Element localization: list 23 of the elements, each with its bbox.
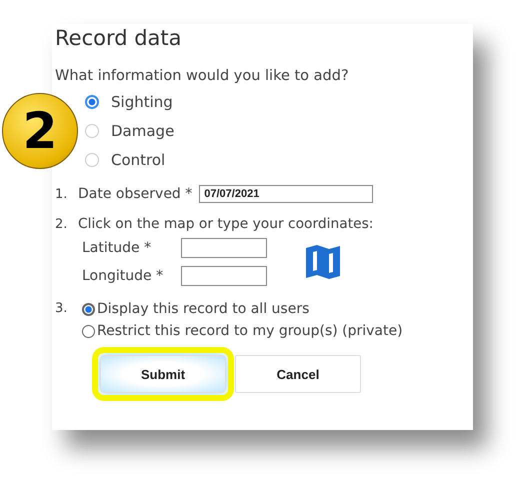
cancel-button[interactable]: Cancel [235, 355, 361, 393]
record-type-option[interactable]: Control [85, 149, 473, 170]
question-text: What information would you like to add? [55, 68, 350, 84]
step-number: 2. [55, 216, 68, 232]
radio-button[interactable] [85, 94, 99, 108]
step-number: 1. [55, 186, 68, 202]
coordinate-label: Latitude * [82, 240, 152, 256]
visibility-option[interactable]: Display this record to all users [82, 301, 403, 317]
coordinate-label: Longitude * [82, 268, 164, 284]
visibility-option[interactable]: Restrict this record to my group(s) (private) [82, 323, 403, 339]
step-badge: 2 [2, 93, 78, 169]
radio-button[interactable] [82, 324, 95, 338]
coordinate-field[interactable] [181, 238, 267, 258]
record-type-option[interactable]: Sighting [85, 91, 473, 112]
step-number: 3. [55, 301, 68, 316]
instruction-text: Click on the map or type your coordinates: [78, 216, 374, 232]
form-title: Record data [55, 26, 183, 50]
radio-button[interactable] [82, 302, 95, 316]
date-field[interactable]: 07/07/2021 [199, 185, 374, 203]
coordinate-field[interactable] [181, 266, 267, 286]
map-icon[interactable] [305, 244, 341, 280]
date-label: Date observed * [78, 186, 192, 202]
record-type-option[interactable]: Damage [85, 120, 473, 141]
